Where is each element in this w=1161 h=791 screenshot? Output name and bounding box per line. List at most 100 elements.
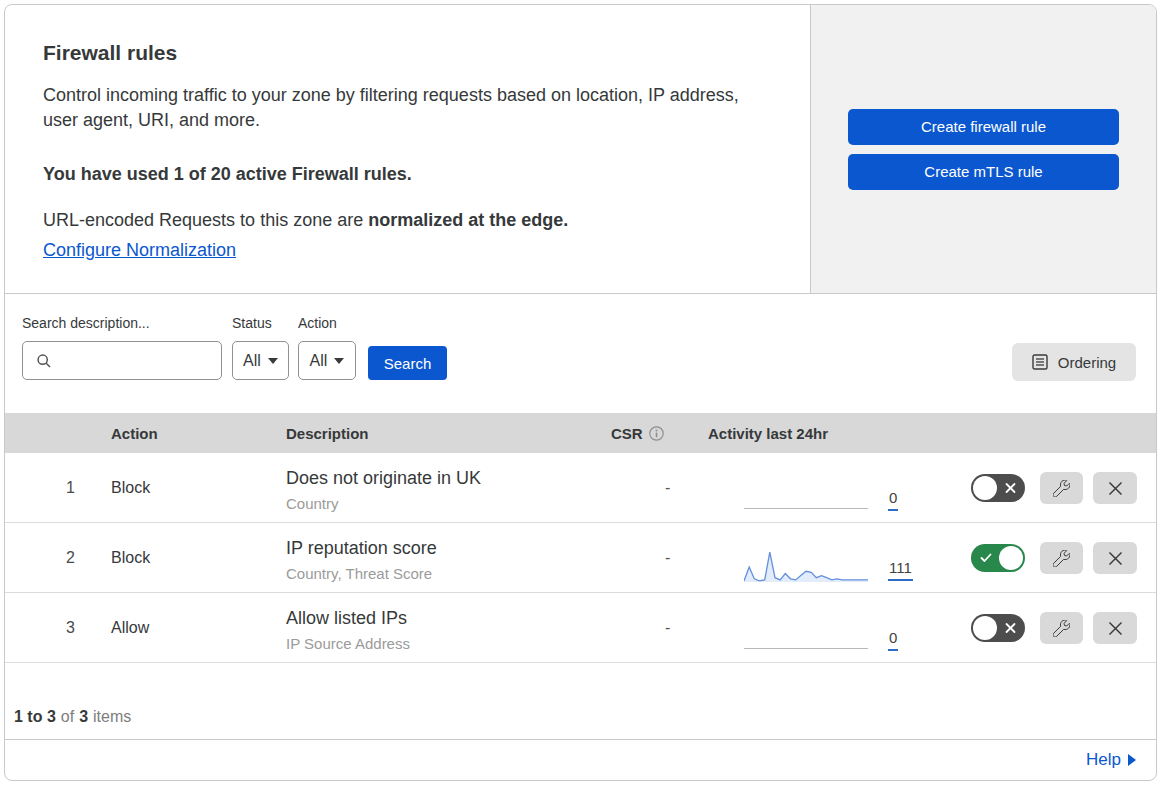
- rule-csr-value: -: [611, 549, 708, 567]
- action-label: Action: [298, 315, 356, 331]
- rule-toggle[interactable]: [971, 614, 1025, 642]
- table-footer: 1 to 3 of 3 items: [5, 663, 1156, 740]
- sparkline-flat: [744, 648, 868, 649]
- top-section: Firewall rules Control incoming traffic …: [5, 5, 1156, 294]
- ordering-list-icon: [1032, 354, 1048, 370]
- actions-panel: Create firewall rule Create mTLS rule: [810, 5, 1156, 293]
- configure-normalization-link[interactable]: Configure Normalization: [43, 240, 236, 261]
- action-filter-group: Action All: [298, 315, 356, 380]
- create-mtls-rule-button[interactable]: Create mTLS rule: [848, 154, 1119, 190]
- rule-action: Allow: [111, 619, 286, 637]
- activity-count-link[interactable]: 0: [888, 629, 898, 651]
- status-dropdown[interactable]: All: [232, 341, 289, 380]
- activity-sparkline: [744, 546, 868, 593]
- help-arrow-icon: [1128, 754, 1136, 766]
- search-group: Search description...: [22, 315, 222, 380]
- table-row: 3 Allow Allow listed IPs IP Source Addre…: [5, 593, 1156, 663]
- close-icon: [1108, 481, 1123, 496]
- of-text: of: [61, 708, 74, 726]
- activity-count-link[interactable]: 0: [888, 489, 898, 511]
- items-total: 3: [79, 708, 88, 725]
- intro-text: Control incoming traffic to your zone by…: [43, 83, 755, 133]
- edit-rule-button[interactable]: [1040, 612, 1083, 644]
- rule-activity-cell: 111: [708, 523, 971, 593]
- toggle-knob: [973, 616, 997, 640]
- col-header-activity: Activity last 24hr: [708, 425, 971, 442]
- col-header-csr: CSR: [611, 425, 708, 442]
- rule-description: IP reputation score: [286, 537, 611, 559]
- delete-rule-button[interactable]: [1093, 612, 1137, 644]
- x-icon: [1005, 623, 1016, 634]
- csr-label: CSR: [611, 425, 643, 442]
- rule-fields: Country, Threat Score: [286, 565, 611, 583]
- table-row: 2 Block IP reputation score Country, Thr…: [5, 523, 1156, 593]
- activity-count-link[interactable]: 111: [888, 559, 913, 581]
- items-text: items: [93, 708, 131, 726]
- table-row: 1 Block Does not originate in UK Country…: [5, 453, 1156, 523]
- filter-bar: Search description... Status All Action …: [5, 294, 1156, 413]
- normalization-bold: normalized at the edge.: [368, 210, 568, 230]
- usage-note: You have used 1 of 20 active Firewall ru…: [43, 164, 770, 185]
- toggle-knob: [999, 546, 1023, 570]
- edit-rule-button[interactable]: [1040, 542, 1083, 574]
- rule-controls: [971, 612, 1156, 644]
- rule-activity-cell: 0: [708, 453, 971, 523]
- check-icon: [980, 553, 992, 563]
- rule-description-cell: Does not originate in UK Country: [286, 467, 611, 513]
- chevron-down-icon: [268, 358, 278, 364]
- rule-description: Allow listed IPs: [286, 607, 611, 629]
- rule-controls: [971, 472, 1156, 504]
- ordering-label: Ordering: [1058, 354, 1116, 371]
- wrench-icon: [1053, 620, 1070, 637]
- toggle-knob: [973, 476, 997, 500]
- chevron-down-icon: [334, 358, 344, 364]
- normalization-prefix: URL-encoded Requests to this zone are: [43, 210, 368, 230]
- delete-rule-button[interactable]: [1093, 542, 1137, 574]
- ordering-button[interactable]: Ordering: [1012, 343, 1136, 381]
- rule-toggle[interactable]: [971, 544, 1025, 572]
- table-body: 1 Block Does not originate in UK Country…: [5, 453, 1156, 663]
- page-title: Firewall rules: [43, 41, 770, 65]
- action-value: All: [310, 352, 328, 370]
- help-label: Help: [1086, 750, 1121, 770]
- close-icon: [1108, 551, 1123, 566]
- help-row: Help: [5, 740, 1156, 780]
- action-dropdown[interactable]: All: [298, 341, 356, 380]
- edit-rule-button[interactable]: [1040, 472, 1083, 504]
- help-link[interactable]: Help: [1086, 750, 1136, 770]
- intro-panel: Firewall rules Control incoming traffic …: [5, 5, 810, 293]
- rule-description-cell: Allow listed IPs IP Source Address: [286, 607, 611, 653]
- sparkline-chart: [744, 546, 868, 584]
- info-icon[interactable]: [649, 426, 664, 441]
- close-icon: [1108, 621, 1123, 636]
- rule-priority: 2: [5, 549, 111, 567]
- activity-sparkline: [744, 648, 868, 663]
- x-icon: [1005, 483, 1016, 494]
- rule-description-cell: IP reputation score Country, Threat Scor…: [286, 537, 611, 583]
- col-header-description: Description: [286, 425, 611, 442]
- rule-controls: [971, 542, 1156, 574]
- rule-description: Does not originate in UK: [286, 467, 611, 489]
- sparkline-flat: [744, 508, 868, 509]
- firewall-rules-card: Firewall rules Control incoming traffic …: [4, 4, 1157, 781]
- create-firewall-rule-button[interactable]: Create firewall rule: [848, 109, 1119, 145]
- rule-csr-value: -: [611, 479, 708, 497]
- rule-activity-cell: 0: [708, 593, 971, 663]
- search-button[interactable]: Search: [368, 346, 447, 380]
- search-input[interactable]: [22, 341, 222, 380]
- rule-action: Block: [111, 549, 286, 567]
- rule-csr-value: -: [611, 619, 708, 637]
- rule-priority: 3: [5, 619, 111, 637]
- table-header: Action Description CSR Activity last 24h…: [5, 413, 1156, 453]
- rule-fields: Country: [286, 495, 611, 513]
- rule-fields: IP Source Address: [286, 635, 611, 653]
- items-range: 1 to 3: [14, 708, 56, 725]
- normalization-note: URL-encoded Requests to this zone are no…: [43, 210, 770, 231]
- search-icon: [36, 353, 52, 369]
- rule-action: Block: [111, 479, 286, 497]
- delete-rule-button[interactable]: [1093, 472, 1137, 504]
- status-value: All: [243, 352, 261, 370]
- rule-toggle[interactable]: [971, 474, 1025, 502]
- status-filter-group: Status All: [232, 315, 289, 380]
- search-label: Search description...: [22, 315, 222, 331]
